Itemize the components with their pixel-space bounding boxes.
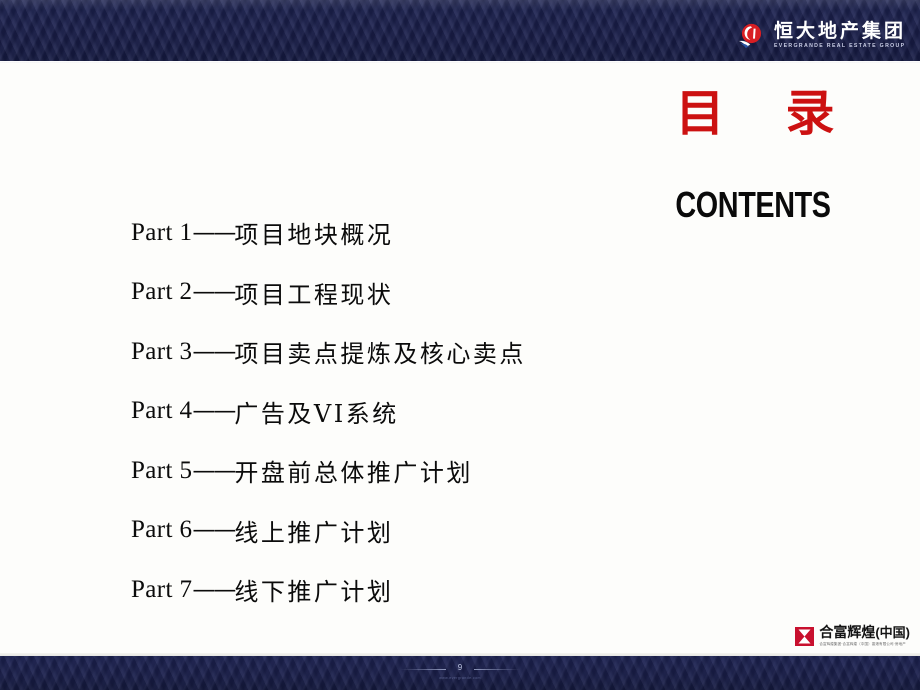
list-item-label: 项目卖点提炼及核心卖点	[234, 340, 526, 369]
evergrande-logo-text: 恒大地产集团 EVERGRANDE REAL ESTATE GROUP	[774, 22, 906, 49]
hopefluent-hourglass-mark-icon	[795, 627, 815, 646]
hopefluent-name: 合富辉煌(中国)	[819, 626, 910, 640]
page-title-cn: 目 录	[675, 84, 857, 142]
list-item[interactable]: Part 6 —— 线上推广计划	[131, 501, 771, 561]
hopefluent-microtext: 合富辉煌集团·合富辉煌（中国）香港有限公司·房地产	[819, 642, 906, 646]
hopefluent-logo: 合富辉煌(中国) 合富辉煌集团·合富辉煌（中国）香港有限公司·房地产	[795, 626, 910, 647]
evergrande-brand-cn: 恒大地产集团	[773, 20, 906, 43]
list-item[interactable]: Part 7 —— 线下推广计划	[131, 560, 771, 620]
list-item-part: Part 2	[131, 278, 193, 306]
list-item-label: 开盘前总体推广计划	[234, 459, 473, 488]
contents-list: Part 1 —— 项目地块概况 Part 2 —— 项目工程现状 Part 3…	[131, 203, 771, 620]
footer-microtext: www.evergrande.com	[439, 676, 481, 680]
list-item[interactable]: Part 3 —— 项目卖点提炼及核心卖点	[131, 322, 771, 382]
list-item[interactable]: Part 4 —— 广告及VI系统	[131, 382, 771, 442]
list-item-dash: ——	[192, 457, 236, 484]
list-item-part: Part 3	[131, 337, 193, 365]
evergrande-brand-en: EVERGRANDE REAL ESTATE GROUP	[773, 43, 906, 50]
list-item[interactable]: Part 2 —— 项目工程现状	[131, 263, 771, 323]
list-item[interactable]: Part 1 —— 项目地块概况	[131, 203, 771, 263]
list-item-label: 线上推广计划	[234, 518, 394, 547]
list-item-label: 广告及VI系统	[234, 399, 399, 428]
list-item-part: Part 7	[131, 575, 193, 603]
hopefluent-logo-text: 合富辉煌(中国) 合富辉煌集团·合富辉煌（中国）香港有限公司·房地产	[819, 626, 910, 647]
page-number: 9	[457, 663, 463, 672]
hopefluent-name-cn: 合富辉煌	[819, 625, 876, 641]
list-item-dash: ——	[192, 338, 236, 365]
list-item-label: 线下推广计划	[234, 578, 394, 607]
evergrande-circle-mark-icon	[737, 21, 767, 51]
list-item-dash: ——	[192, 576, 236, 603]
header-band-sheen	[0, 0, 920, 10]
list-item-part: Part 5	[131, 456, 193, 484]
list-item-label: 项目地块概况	[234, 221, 394, 250]
page-number-ornament: 9	[400, 663, 520, 677]
list-item-dash: ——	[192, 398, 236, 425]
list-item-dash: ——	[192, 517, 236, 544]
list-item-part: Part 6	[131, 516, 193, 544]
list-item[interactable]: Part 5 —— 开盘前总体推广计划	[131, 441, 771, 501]
list-item-part: Part 1	[131, 218, 193, 246]
evergrande-logo: 恒大地产集团 EVERGRANDE REAL ESTATE GROUP	[737, 21, 906, 51]
slide: 恒大地产集团 EVERGRANDE REAL ESTATE GROUP 目 录 …	[0, 0, 920, 690]
header-band-edge	[0, 61, 920, 63]
list-item-part: Part 4	[131, 397, 193, 425]
list-item-label: 项目工程现状	[234, 280, 394, 309]
hopefluent-region: (中国)	[875, 625, 910, 640]
list-item-dash: ——	[192, 219, 236, 246]
list-item-dash: ——	[192, 279, 236, 306]
